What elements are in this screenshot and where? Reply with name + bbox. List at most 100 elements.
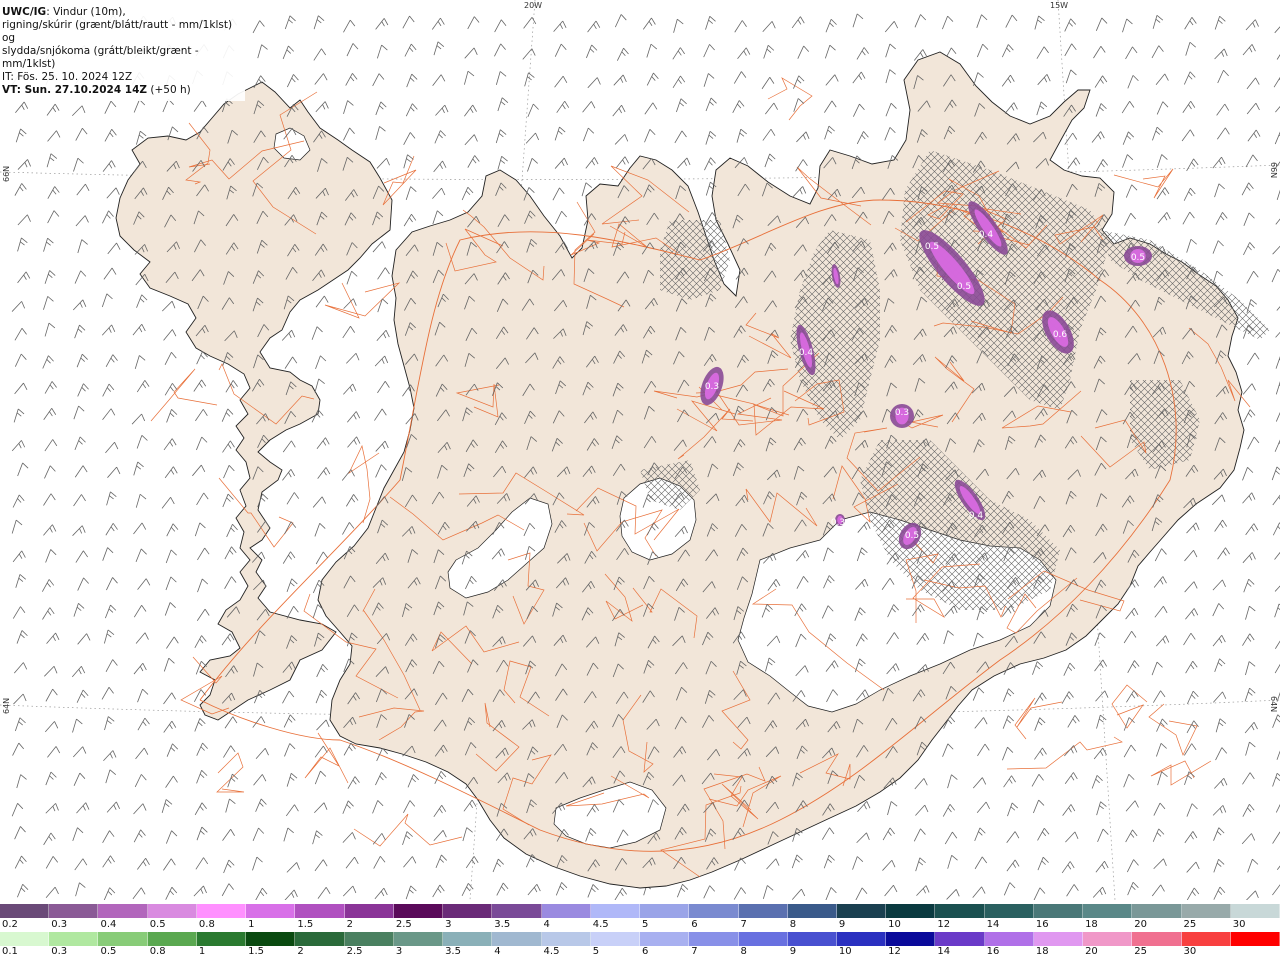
colorbar-cell bbox=[1181, 932, 1231, 946]
colorbar-cell bbox=[787, 904, 837, 918]
colorbar-tick-label: 25 bbox=[1183, 919, 1197, 930]
lat-label-64n-right: 64N bbox=[1269, 696, 1278, 713]
colorbar-cell bbox=[1230, 904, 1280, 918]
colorbar-cell bbox=[246, 932, 296, 946]
colorbar-tick-label: 2.5 bbox=[395, 919, 412, 930]
precip-value-label: 0.3 bbox=[705, 382, 719, 392]
colorbar-tick-label: 0.5 bbox=[100, 946, 117, 957]
colorbar-cell bbox=[738, 904, 788, 918]
header-line-2: rigning/skúrir (grænt/blátt/rautt - mm/1… bbox=[2, 19, 233, 44]
colorbar-tick-label: 3.5 bbox=[445, 946, 461, 957]
colorbar-cell bbox=[49, 904, 99, 918]
colorbar-cell bbox=[0, 932, 50, 946]
colorbar-cell bbox=[295, 904, 345, 918]
colorbar-tick-label: 18 bbox=[1035, 946, 1049, 957]
colorbar-tick-label: 2 bbox=[297, 946, 304, 957]
colorbar-tick-label: 10 bbox=[838, 946, 852, 957]
header-line-3: slydda/snjókoma (grátt/bleikt/grænt - mm… bbox=[2, 45, 199, 70]
colorbar-tick-label: 3 bbox=[445, 919, 452, 930]
lon-label-20w: 20W bbox=[524, 1, 543, 10]
colorbar-tick-label: 0.8 bbox=[198, 919, 215, 930]
colorbar-cell bbox=[738, 932, 788, 946]
colorbar-tick-label: 0.5 bbox=[149, 919, 166, 930]
colorbar-tick-label: 0.3 bbox=[51, 946, 68, 957]
model-name: UWC/IG bbox=[2, 6, 47, 18]
lat-label-64n-left: 64N bbox=[2, 697, 11, 714]
colorbar-tick-label: 12 bbox=[888, 946, 901, 957]
colorbar-tick-label: 7 bbox=[691, 946, 698, 957]
colorbar-cell bbox=[1230, 932, 1280, 946]
colorbar-tick-label: 6 bbox=[642, 946, 649, 957]
colorbar-tick-label: 14 bbox=[986, 919, 1000, 930]
colorbar-cell bbox=[492, 932, 542, 946]
colorbar-cell bbox=[541, 904, 591, 918]
map-canvas[interactable]: 0.3 0.4 0.5 0.4 0.5 0.6 0.5 0.3 0.4 0.5 0.3 bbox=[0, 0, 1280, 900]
colorbar-tick-label: 12 bbox=[937, 919, 951, 930]
precip-value-label: 0.5 bbox=[905, 531, 919, 541]
header-line-5: VT: Sun. 27.10.2024 14Z (+50 h) bbox=[2, 84, 237, 97]
colorbar-cell bbox=[1083, 904, 1133, 918]
map-area[interactable]: 0.3 0.4 0.5 0.4 0.5 0.6 0.5 0.3 0.4 0.5 0.3 20W 15… bbox=[0, 0, 1280, 900]
colorbar-tick-label: 30 bbox=[1232, 919, 1246, 930]
colorbar-cell bbox=[196, 904, 247, 918]
precip-value-label: 0.5 bbox=[1131, 253, 1145, 263]
colorbar-tick-label: 1 bbox=[248, 919, 255, 930]
colorbar-cell bbox=[49, 932, 99, 946]
colorbar-tick-label: 9 bbox=[789, 946, 797, 957]
colorbar-cell bbox=[1132, 932, 1182, 946]
colorbar-cell bbox=[590, 932, 641, 946]
colorbar-cell bbox=[196, 932, 247, 946]
colorbar-tick-label: 1.5 bbox=[248, 946, 265, 957]
colorbar-tick-label: 0.1 bbox=[2, 946, 18, 957]
colorbar-tick-label: 2 bbox=[346, 919, 353, 930]
colorbar-cell bbox=[1132, 904, 1182, 918]
colorbar-tick-label: 4 bbox=[543, 919, 550, 930]
colorbar-cell bbox=[886, 932, 936, 946]
lat-label-66n-left: 66N bbox=[2, 165, 11, 182]
colorbar-cell bbox=[689, 904, 739, 918]
precip-value-label: 0.6 bbox=[1053, 330, 1068, 340]
precip-value-label: 0.5 bbox=[957, 282, 971, 292]
colorbar-cell bbox=[640, 904, 690, 918]
colorbar-tick-label: 0.8 bbox=[149, 946, 166, 957]
colorbar-snow bbox=[0, 904, 1280, 918]
colorbar-cell bbox=[787, 932, 837, 946]
colorbar-cell bbox=[1033, 932, 1084, 946]
precip-value-label: 0.4 bbox=[799, 348, 814, 358]
header-line-4: IT: Fös. 25. 10. 2024 12Z bbox=[2, 71, 133, 83]
colorbar-tick-label: 0.4 bbox=[100, 919, 117, 930]
colorbar-rain-labels: 0.1 0.3 0.5 0.8 1 1.5 2 2.5 3 3.5 4 4.5 5 6 7 8 9 10 12 14 1… bbox=[0, 946, 1280, 960]
colorbar-cell bbox=[147, 904, 197, 918]
colorbar-tick-label: 30 bbox=[1183, 946, 1197, 957]
valid-time: VT: Sun. 27.10.2024 14Z bbox=[2, 84, 148, 96]
colorbar-tick-label: 3 bbox=[395, 946, 403, 957]
colorbar-tick-label: 10 bbox=[888, 919, 901, 930]
colorbar-cell bbox=[640, 932, 690, 946]
colorbar-tick-label: 1.5 bbox=[297, 919, 314, 930]
colorbar-tick-label: 0.3 bbox=[51, 919, 68, 930]
colorbar-tick-label: 5 bbox=[592, 946, 600, 957]
colorbar-cell bbox=[393, 932, 444, 946]
colorbar-tick-label: 7 bbox=[740, 919, 747, 930]
colorbar-tick-label: 6 bbox=[691, 919, 698, 930]
colorbar-cell bbox=[0, 904, 50, 918]
colorbar-cell bbox=[98, 904, 148, 918]
colorbar-cell bbox=[98, 932, 148, 946]
colorbar-tick-label: 4.5 bbox=[592, 919, 609, 930]
colorbar-cell bbox=[443, 932, 493, 946]
header-line-1: UWC/IG: Vindur (10m), bbox=[2, 6, 237, 19]
colorbar-cell bbox=[541, 932, 591, 946]
colorbar-tick-label: 16 bbox=[1035, 919, 1049, 930]
colorbar-cell bbox=[443, 904, 493, 918]
colorbar-cell bbox=[836, 932, 887, 946]
colorbar-cell bbox=[935, 932, 985, 946]
colorbar-cell bbox=[393, 904, 444, 918]
colorbar-tick-label: 4.5 bbox=[543, 946, 560, 957]
precip-value-label: 0.5 bbox=[925, 242, 939, 252]
colorbar-cell bbox=[344, 904, 394, 918]
colorbar-tick-label: 25 bbox=[1134, 946, 1148, 957]
colorbar-cell bbox=[836, 904, 887, 918]
colorbar-tick-label: 9 bbox=[838, 919, 846, 930]
colorbar-cell bbox=[984, 932, 1034, 946]
precip-value-label: 0.3 bbox=[831, 518, 845, 528]
